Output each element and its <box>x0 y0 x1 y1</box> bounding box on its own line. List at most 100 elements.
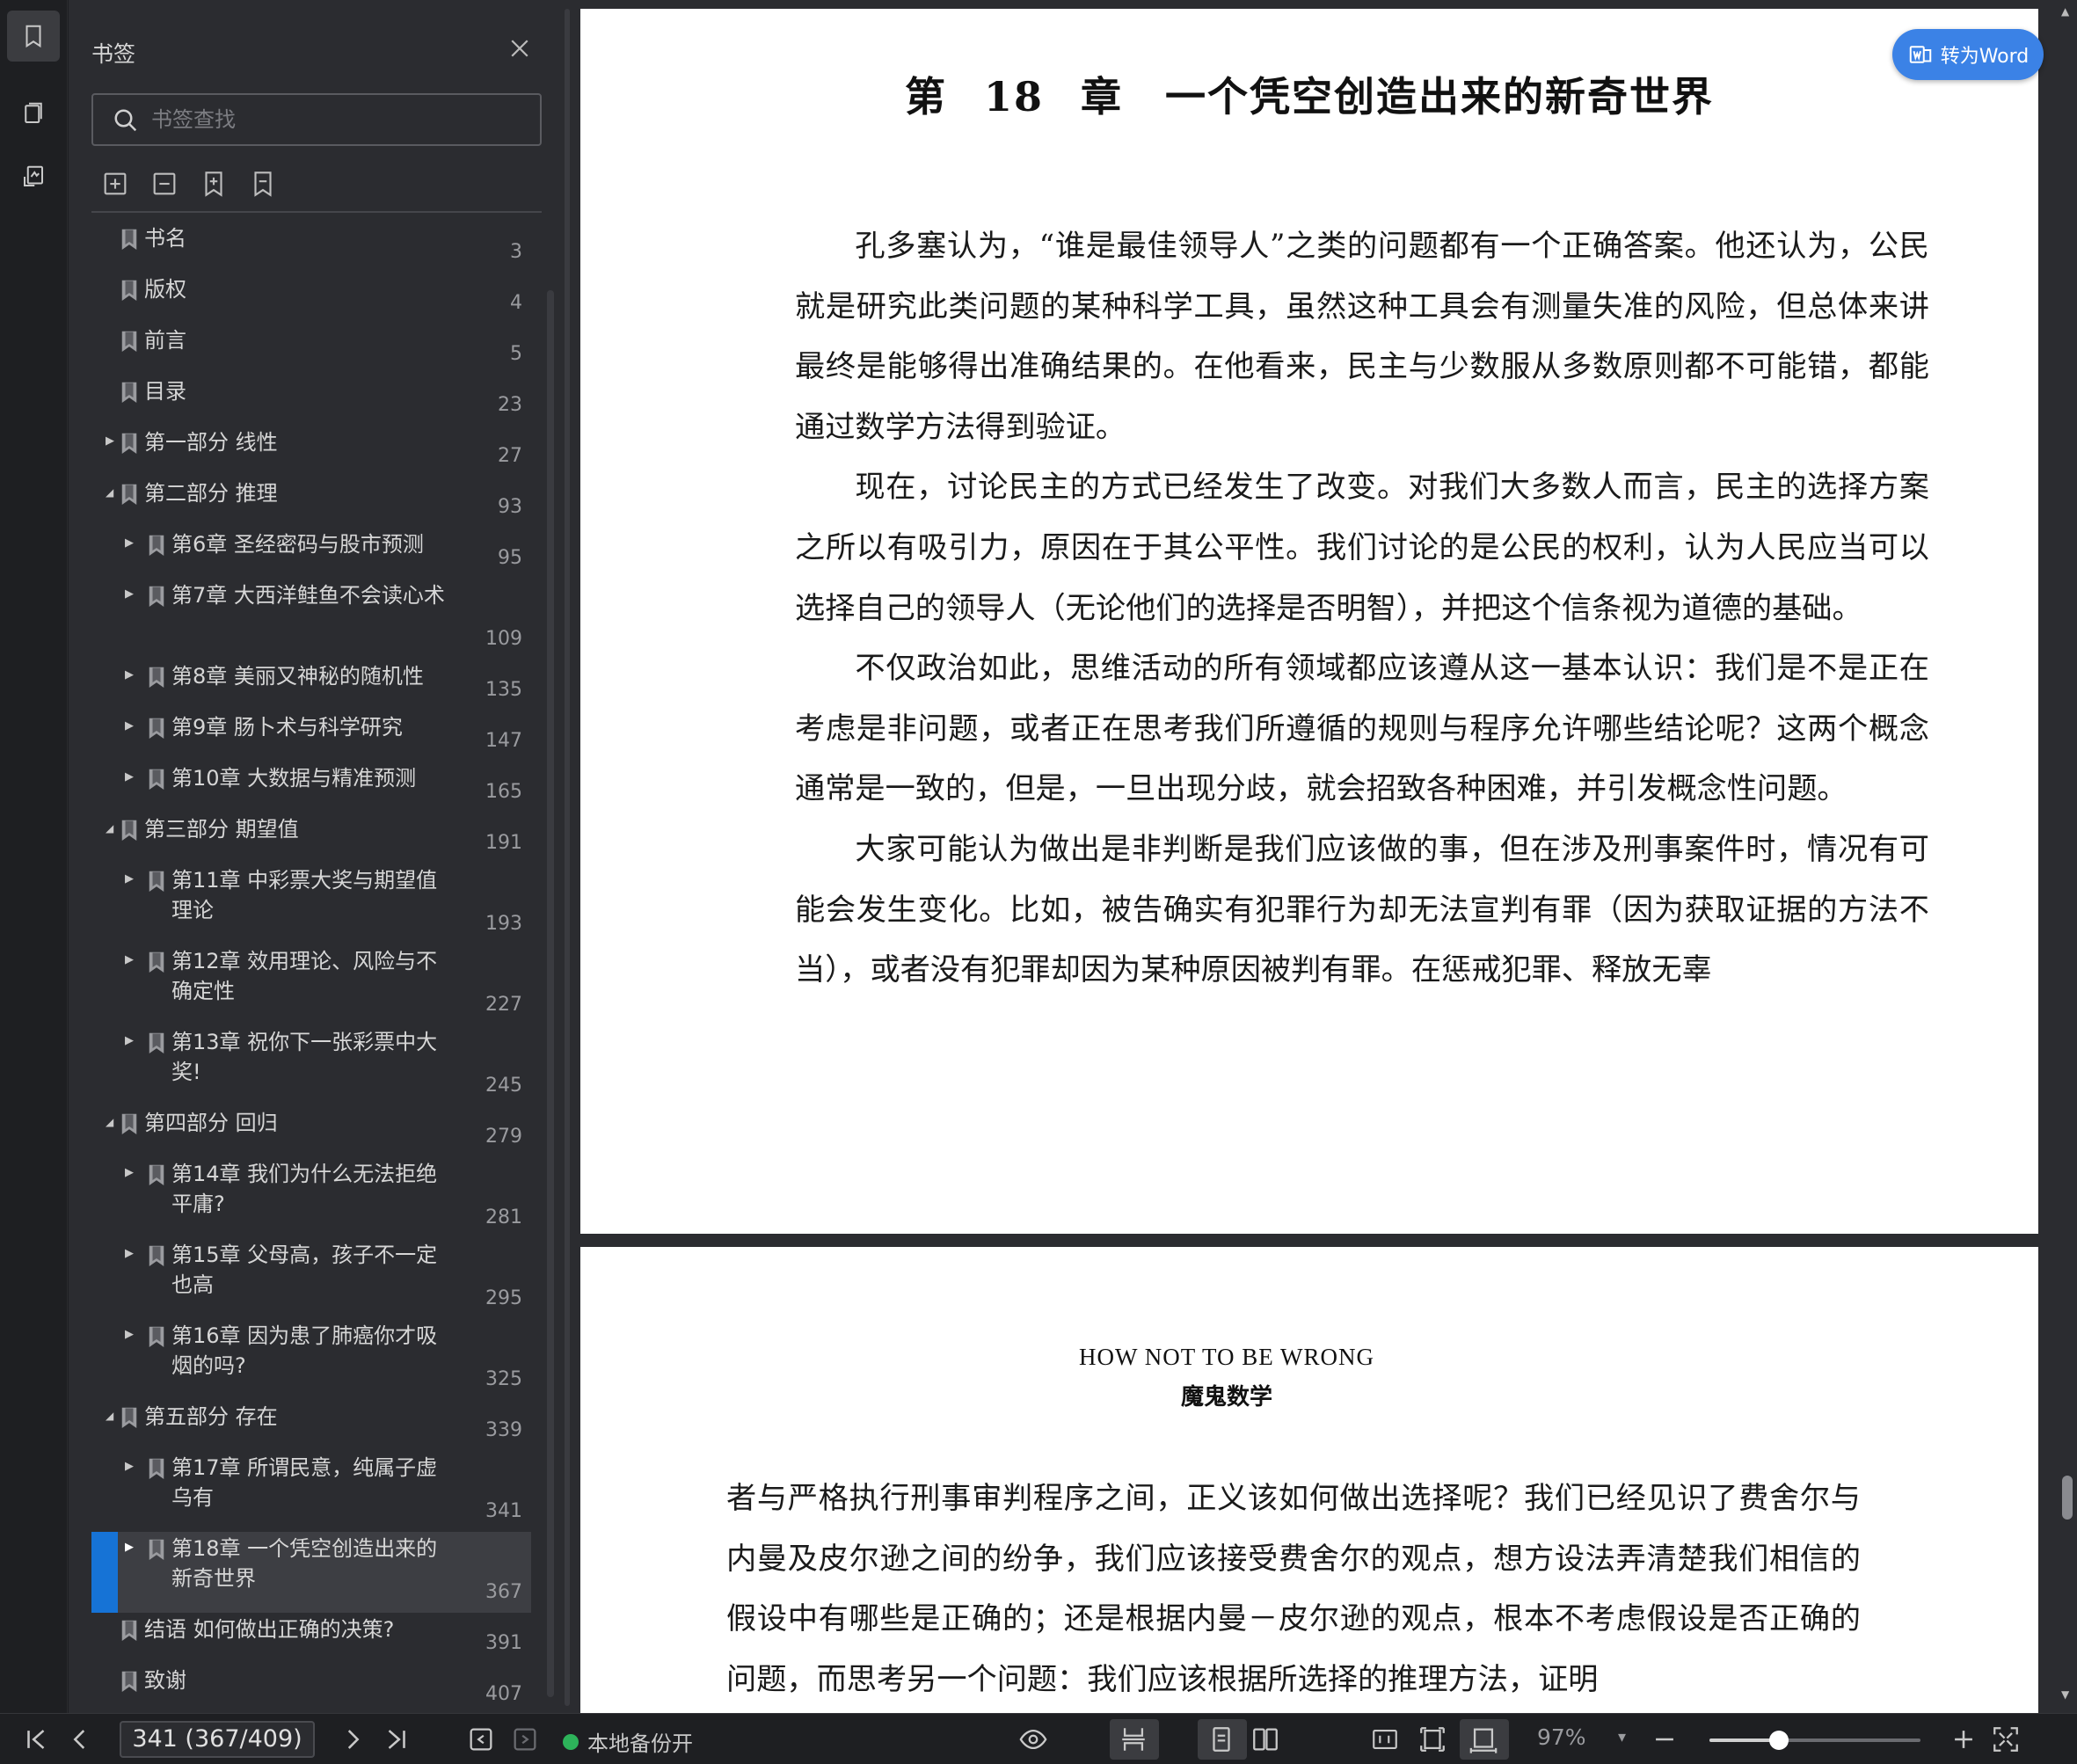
last-page-icon[interactable] <box>382 1724 412 1754</box>
document-page: 第 18 章 一个凭空创造出来的新奇世界 孔多塞认为，“谁是最佳领导人”之类的问… <box>580 9 2038 1234</box>
expand-arrow-icon[interactable]: ▶ <box>125 1460 139 1474</box>
bookmark-icon <box>149 871 164 892</box>
zoom-level[interactable]: 97% <box>1537 1724 1586 1750</box>
bookmark-page-number: 191 <box>485 832 522 854</box>
convert-to-word-button[interactable]: 转为Word <box>1892 29 2044 80</box>
bookmark-item[interactable]: ▶ 第10章 大数据与精准预测 165 <box>91 762 531 813</box>
back-icon[interactable] <box>466 1724 496 1754</box>
bookmark-label: 第11章 中彩票大奖与期望值理论 <box>171 868 438 922</box>
zoom-out-icon[interactable] <box>1650 1724 1680 1754</box>
forward-icon[interactable] <box>510 1724 540 1754</box>
scroll-thumb[interactable] <box>2062 1476 2073 1520</box>
expand-arrow-icon[interactable]: ▶ <box>125 953 139 967</box>
zoom-slider[interactable] <box>1709 1731 1920 1750</box>
collapse-arrow-icon[interactable]: ◢ <box>106 1115 120 1129</box>
bookmark-icon <box>149 1245 164 1266</box>
backup-status[interactable]: 本地备份开 <box>563 1726 693 1757</box>
actual-size-icon[interactable] <box>1370 1724 1400 1754</box>
bookmark-item[interactable]: ▶ 第14章 我们为什么无法拒绝平庸? 281 <box>91 1157 531 1238</box>
scroll-up-icon[interactable]: ▲ <box>2061 5 2073 18</box>
next-page-icon[interactable] <box>338 1724 368 1754</box>
remove-bookmark-icon[interactable] <box>248 169 278 199</box>
running-header-zh: 魔鬼数学 <box>1180 1384 1272 1410</box>
expand-arrow-icon[interactable]: ▶ <box>106 434 120 448</box>
bookmark-item[interactable]: 书名 3 <box>91 222 531 273</box>
bookmark-item[interactable]: ▶ 第8章 美丽又神秘的随机性 135 <box>91 660 531 711</box>
collapse-arrow-icon[interactable]: ◢ <box>106 821 120 835</box>
bookmark-page-number: 109 <box>485 628 522 650</box>
expand-arrow-icon[interactable]: ▶ <box>125 719 139 733</box>
expand-arrow-icon[interactable]: ▶ <box>125 668 139 682</box>
document-view: 第 18 章 一个凭空创造出来的新奇世界 孔多塞认为，“谁是最佳领导人”之类的问… <box>580 0 2058 1722</box>
bookmark-item[interactable]: ◢ 第四部分 回归 279 <box>91 1106 531 1157</box>
thumbnail-panel-icon[interactable] <box>7 88 60 139</box>
bookmark-label: 第6章 圣经密码与股市预测 <box>171 532 424 557</box>
scroll-down-icon[interactable]: ▼ <box>2061 1688 2073 1701</box>
panel-divider[interactable] <box>558 0 580 1713</box>
expand-arrow-icon[interactable]: ▶ <box>125 770 139 784</box>
collapse-arrow-icon[interactable]: ◢ <box>106 1409 120 1423</box>
add-bookmark-icon[interactable] <box>199 169 229 199</box>
bookmark-item[interactable]: 前言 5 <box>91 324 531 375</box>
annotation-panel-icon[interactable] <box>7 151 60 202</box>
bookmark-page-number: 279 <box>485 1126 522 1148</box>
collapse-arrow-icon[interactable]: ◢ <box>106 485 120 499</box>
bookmark-page-number: 135 <box>485 679 522 701</box>
bookmark-item[interactable]: ▶ 第7章 大西洋鲑鱼不会读心术 109 <box>91 579 531 660</box>
bookmark-item[interactable]: ▶ 第一部分 线性 27 <box>91 426 531 477</box>
expand-arrow-icon[interactable]: ▶ <box>125 1034 139 1048</box>
bookmark-item[interactable]: ▶ 第6章 圣经密码与股市预测 95 <box>91 528 531 579</box>
zoom-in-icon[interactable] <box>1949 1724 1979 1754</box>
panel-scrollbar[interactable] <box>547 290 554 1697</box>
expand-arrow-icon[interactable]: ▶ <box>125 1166 139 1180</box>
eye-protection-icon[interactable] <box>1018 1724 1057 1754</box>
bookmark-item[interactable]: 结语 如何做出正确的决策? 391 <box>91 1613 531 1664</box>
bookmark-item[interactable]: ▶ 第17章 所谓民意，纯属子虚乌有 341 <box>91 1451 531 1532</box>
expand-arrow-icon[interactable]: ▶ <box>125 872 139 886</box>
page-number-field[interactable]: 341 (367/409) <box>120 1721 315 1758</box>
bookmark-item[interactable]: ▶ 第13章 祝你下一张彩票中大奖! 245 <box>91 1025 531 1106</box>
bookmark-item[interactable]: 致谢 407 <box>91 1664 531 1715</box>
document-scrollbar[interactable]: ▲ ▼ <box>2058 0 2077 1713</box>
previous-page-icon[interactable] <box>65 1724 95 1754</box>
expand-arrow-icon[interactable]: ▶ <box>125 1541 139 1555</box>
expand-arrow-icon[interactable]: ▶ <box>125 587 139 601</box>
search-input[interactable] <box>151 104 521 135</box>
paragraph: 孔多塞认为，“谁是最佳领导人”之类的问题都有一个正确答案。他还认为，公民就是研究… <box>795 229 1929 445</box>
bookmark-item[interactable]: ▶ 第9章 肠卜术与科学研究 147 <box>91 711 531 762</box>
bookmark-item[interactable]: 目录 23 <box>91 375 531 426</box>
bookmark-item[interactable]: ▶ 第16章 因为患了肺癌你才吸烟的吗? 325 <box>91 1319 531 1400</box>
fit-width-icon[interactable] <box>1468 1724 1498 1754</box>
two-page-icon[interactable] <box>1250 1724 1280 1754</box>
single-page-icon[interactable] <box>1206 1724 1236 1754</box>
expand-arrow-icon[interactable]: ▶ <box>125 1247 139 1261</box>
zoom-dropdown-icon[interactable]: ▾ <box>1618 1728 1648 1758</box>
expand-arrow-icon[interactable]: ▶ <box>125 1328 139 1342</box>
fit-page-icon[interactable] <box>1417 1724 1447 1754</box>
bookmark-item[interactable]: ◢ 第二部分 推理 93 <box>91 477 531 528</box>
bookmark-icon <box>149 718 164 739</box>
bookmark-item[interactable]: ▶ 第18章 一个凭空创造出来的新奇世界 367 <box>91 1532 531 1613</box>
collapse-all-icon[interactable] <box>149 169 179 199</box>
bookmark-item[interactable]: ◢ 第五部分 存在 339 <box>91 1400 531 1451</box>
first-page-icon[interactable] <box>21 1724 51 1754</box>
bookmark-item[interactable]: ▶ 第15章 父母高，孩子不一定也高 295 <box>91 1238 531 1319</box>
bookmark-page-number: 95 <box>498 547 522 569</box>
bookmark-panel-icon[interactable] <box>7 11 60 62</box>
bookmark-item[interactable]: ◢ 第三部分 期望值 191 <box>91 813 531 864</box>
fullscreen-icon[interactable] <box>1991 1724 2021 1754</box>
expand-arrow-icon[interactable]: ▶ <box>125 536 139 550</box>
bookmark-item[interactable]: ▶ 第12章 效用理论、风险与不确定性 227 <box>91 944 531 1025</box>
bookmark-label: 书名 <box>144 226 186 251</box>
bookmark-page-number: 27 <box>498 445 522 467</box>
bookmark-search[interactable] <box>91 93 542 146</box>
convert-to-word-label: 转为Word <box>1940 46 2030 68</box>
zoom-slider-knob[interactable] <box>1769 1731 1789 1750</box>
bookmark-item[interactable]: 版权 4 <box>91 273 531 324</box>
bookmark-label: 第二部分 推理 <box>144 481 278 506</box>
bookmark-label: 第18章 一个凭空创造出来的新奇世界 <box>171 1536 438 1591</box>
close-icon[interactable] <box>506 35 533 62</box>
expand-all-icon[interactable] <box>100 169 130 199</box>
bookmark-item[interactable]: ▶ 第11章 中彩票大奖与期望值理论 193 <box>91 864 531 944</box>
continuous-scroll-icon[interactable] <box>1119 1724 1148 1754</box>
